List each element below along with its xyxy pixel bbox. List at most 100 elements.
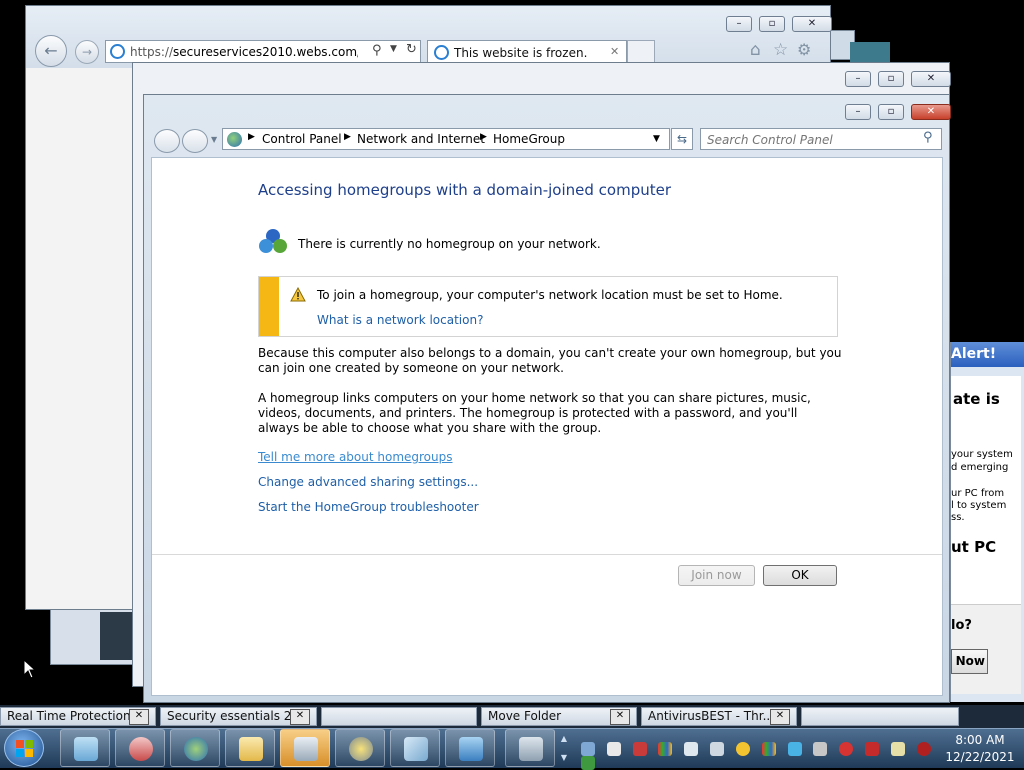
advanced-sharing-link[interactable]: Change advanced sharing settings... (258, 475, 478, 489)
browser-close-button[interactable]: ✕ (792, 16, 832, 32)
alert-heading-2: ut PC (951, 538, 997, 556)
taskbar-app-paint[interactable] (390, 729, 440, 767)
middle-close-button[interactable]: ✕ (911, 71, 951, 87)
cp-back-button[interactable] (154, 129, 180, 153)
middle-maximize-button[interactable]: ▫ (878, 71, 904, 87)
address-bar[interactable]: https://secureservices2010.webs.com/scan… (105, 40, 421, 63)
task-move-folder[interactable]: Move Folder ✕ (481, 707, 637, 726)
control-panel-icon (459, 737, 483, 761)
taskbar-app-network[interactable] (170, 729, 220, 767)
task-label: Security essentials 2... (167, 709, 303, 723)
tray-color-shield-icon[interactable] (658, 741, 673, 756)
search-box[interactable]: ⚲ (700, 128, 942, 150)
back-button[interactable]: ← (35, 35, 67, 67)
tab-close-icon[interactable]: ✕ (610, 45, 619, 58)
task-antivirusbest[interactable]: AntivirusBEST - Thr... ✕ (641, 707, 797, 726)
alert-now-button[interactable]: Now (951, 649, 988, 674)
task-close-icon[interactable]: ✕ (770, 709, 790, 725)
tray-volume-icon[interactable] (710, 741, 725, 756)
browser-tab[interactable]: This website is frozen. ✕ (427, 40, 627, 64)
mouse-cursor-icon (23, 658, 37, 682)
refresh-icon[interactable]: ↻ (406, 42, 417, 57)
clock[interactable]: 8:00 AM 12/22/2021 (940, 732, 1020, 766)
task-label: Move Folder (488, 709, 562, 723)
task-blank[interactable] (321, 707, 477, 726)
history-dropdown-icon[interactable]: ▼ (211, 135, 217, 144)
breadcrumb-network-and-internet[interactable]: Network and Internet (357, 132, 485, 146)
tray-error-icon[interactable] (839, 741, 854, 756)
refresh-button[interactable]: ⇆ (671, 128, 693, 150)
tray-search-icon[interactable] (890, 741, 905, 756)
tray-shield-2-icon[interactable] (761, 741, 776, 756)
tray-network-icon[interactable] (684, 741, 699, 756)
task-label: Real Time Protection (7, 709, 131, 723)
tell-me-more-link[interactable]: Tell me more about homegroups (258, 450, 453, 464)
ok-button[interactable]: OK (763, 565, 837, 586)
tray-flag-icon[interactable] (606, 741, 621, 756)
start-button[interactable] (4, 729, 44, 767)
search-input[interactable] (705, 131, 919, 148)
breadcrumb-separator-icon: ▶ (480, 132, 487, 142)
search-icon[interactable]: ⚲ (923, 130, 933, 145)
breadcrumb-control-panel[interactable]: Control Panel (262, 132, 342, 146)
search-icon[interactable]: ⚲ (372, 43, 382, 58)
address-url[interactable]: https://secureservices2010.webs.com/scan (130, 45, 358, 59)
forward-button[interactable]: → (75, 40, 99, 64)
alert-heading-1: ate is (953, 390, 1000, 408)
taskbar-app-control-panel[interactable] (445, 729, 495, 767)
warning-stripe (259, 277, 279, 336)
taskbar-app-notepad[interactable] (60, 729, 110, 767)
taskbar-app-calculator[interactable] (280, 729, 330, 767)
taskbar-app-tools[interactable] (335, 729, 385, 767)
browser-maximize-button[interactable]: ▫ (759, 16, 785, 32)
alert-title: Alert! (951, 346, 997, 362)
content-pane: Accessing homegroups with a domain-joine… (151, 157, 943, 696)
task-close-icon[interactable]: ✕ (129, 709, 149, 725)
tab-title: This website is frozen. (454, 46, 588, 60)
taskbar-app-scissors[interactable] (115, 729, 165, 767)
middle-minimize-button[interactable]: – (845, 71, 871, 87)
cp-minimize-button[interactable]: – (845, 104, 871, 120)
browser-minimize-button[interactable]: – (726, 16, 752, 32)
homegroup-status-text: There is currently no homegroup on your … (298, 237, 601, 251)
new-tab-button[interactable] (627, 40, 655, 64)
breadcrumb-homegroup[interactable]: HomeGroup (493, 132, 565, 146)
taskbar-scroll[interactable]: ▲ ▼ (558, 729, 570, 767)
gear-icon[interactable]: ⚙ (797, 40, 811, 59)
domain-paragraph: Because this computer also belongs to a … (258, 346, 842, 375)
tray-red-shield-icon[interactable] (865, 741, 880, 756)
cp-maximize-button[interactable]: ▫ (878, 104, 904, 120)
homegroup-description: A homegroup links computers on your home… (258, 391, 811, 435)
task-close-icon[interactable]: ✕ (610, 709, 630, 725)
notepad-icon (74, 737, 98, 761)
network-icon (184, 737, 208, 761)
alert-text-2a: ur PC from (951, 488, 1005, 499)
task-security-essentials[interactable]: Security essentials 2... ✕ (160, 707, 317, 726)
home-icon[interactable]: ⌂ (750, 40, 761, 60)
tray-shield-icon[interactable] (632, 741, 647, 756)
tools-icon (349, 737, 373, 761)
taskbar-app-folder[interactable] (225, 729, 275, 767)
tray-warning-icon[interactable] (735, 741, 750, 756)
system-tray (577, 741, 937, 770)
tray-virus-icon[interactable] (916, 741, 931, 756)
cp-forward-button[interactable] (182, 129, 208, 153)
warning-text: To join a homegroup, your computer's net… (317, 288, 783, 302)
alert-question: lo? (951, 618, 972, 633)
folder-icon (239, 737, 263, 761)
task-close-icon[interactable]: ✕ (290, 709, 310, 725)
dropdown-arrow-icon[interactable]: ▼ (390, 44, 397, 54)
favorites-star-icon[interactable]: ☆ (773, 40, 788, 60)
taskbar-app-recycle[interactable] (505, 729, 555, 767)
troubleshooter-link[interactable]: Start the HomeGroup troubleshooter (258, 500, 479, 514)
address-dropdown-icon[interactable]: ▼ (653, 134, 660, 144)
task-empty[interactable] (801, 707, 959, 726)
tray-gem-icon[interactable] (787, 741, 802, 756)
tray-display-icon[interactable] (581, 741, 595, 756)
join-now-button[interactable]: Join now (678, 565, 755, 586)
cp-close-button[interactable]: ✕ (911, 104, 951, 120)
tray-device-icon[interactable] (813, 741, 828, 756)
network-location-link[interactable]: What is a network location? (317, 313, 483, 327)
warning-icon (290, 286, 306, 302)
task-real-time-protection[interactable]: Real Time Protection ✕ (0, 707, 156, 726)
